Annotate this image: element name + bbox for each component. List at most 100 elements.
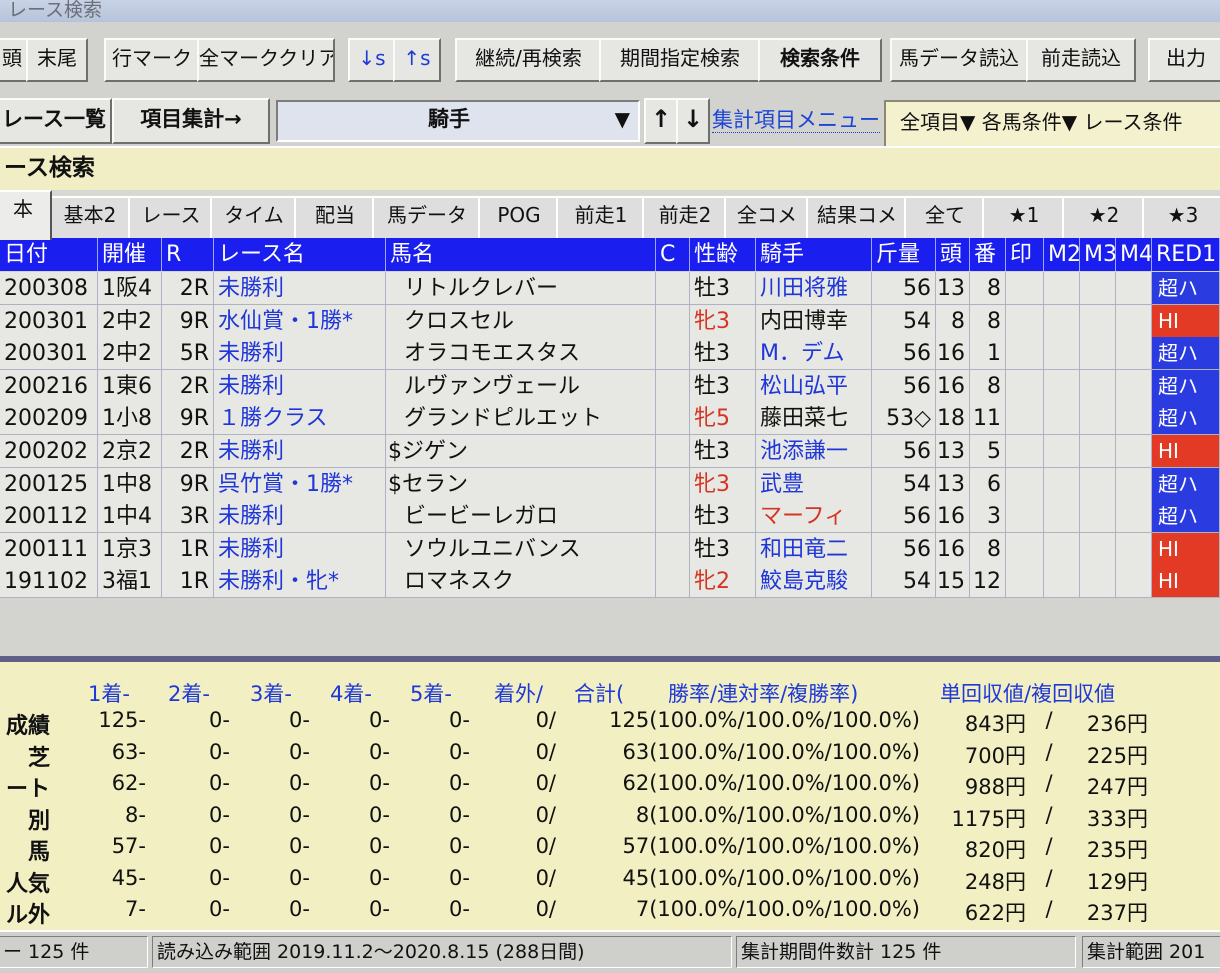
stats-w1: 8- bbox=[125, 802, 146, 827]
status-bar: ー 125 件 読み込み範囲 2019.11.2～2020.8.15 (288日… bbox=[0, 930, 1220, 973]
aggregate-item-value: 騎手 bbox=[428, 107, 470, 131]
sort-up-button[interactable]: ↑ bbox=[644, 98, 678, 144]
col-header-m4[interactable]: M4 bbox=[1116, 238, 1152, 271]
cell-date: 200111 bbox=[0, 532, 98, 566]
cell-mark[interactable] bbox=[1006, 500, 1044, 534]
cell-date: 200308 bbox=[0, 272, 98, 305]
col-header-sex[interactable]: 性齢 bbox=[690, 238, 756, 271]
cell-m4 bbox=[1116, 402, 1152, 436]
period-search-button[interactable]: 期間指定検索 bbox=[599, 38, 761, 82]
cell-date: 200216 bbox=[0, 369, 98, 403]
cell-horse[interactable]: ルヴァンヴェール bbox=[386, 369, 656, 403]
tab-1[interactable]: 基本2 bbox=[48, 196, 132, 238]
col-header-weight[interactable]: 斤量 bbox=[872, 238, 936, 271]
cell-sex: 牡3 bbox=[690, 435, 756, 468]
col-header-venue[interactable]: 開催 bbox=[98, 238, 162, 271]
cell-mark[interactable] bbox=[1006, 304, 1044, 338]
cell-m4 bbox=[1116, 304, 1152, 338]
cell-heads: 13 bbox=[936, 467, 970, 501]
item-count-button[interactable]: 項目集計→ bbox=[112, 98, 270, 144]
sort-desc-button[interactable]: ↓s bbox=[348, 38, 396, 82]
col-header-heads[interactable]: 頭 bbox=[936, 238, 970, 271]
cell-horse[interactable]: リトルクレバー bbox=[386, 272, 656, 305]
search-conditions-button[interactable]: 検索条件 bbox=[758, 38, 882, 82]
col-header-race[interactable]: レース名 bbox=[214, 238, 386, 271]
cell-horse[interactable]: $ジゲン bbox=[386, 435, 656, 468]
clear-all-marks-button[interactable]: 全マーククリア bbox=[197, 38, 335, 82]
tab-4[interactable]: 配当 bbox=[294, 196, 376, 238]
cell-heads: 15 bbox=[936, 565, 970, 599]
sort-asc-button[interactable]: ↑s bbox=[393, 38, 441, 82]
aggregate-menu-link[interactable]: 集計項目メニュー bbox=[712, 104, 880, 134]
col-header-jockey[interactable]: 騎手 bbox=[756, 238, 872, 271]
tab-8[interactable]: 前走2 bbox=[642, 196, 728, 238]
col-header-red1[interactable]: RED1 bbox=[1152, 238, 1220, 271]
cell-heads: 13 bbox=[936, 435, 970, 468]
stats-tan: 700円 bbox=[964, 743, 1026, 768]
cell-mark[interactable] bbox=[1006, 435, 1044, 468]
row-mark-button[interactable]: 行マーク bbox=[104, 38, 200, 82]
race-list-button[interactable]: レース一覧 bbox=[0, 98, 112, 144]
col-header-num[interactable]: 番 bbox=[970, 238, 1006, 271]
col-header-date[interactable]: 日付 bbox=[0, 238, 98, 271]
cell-red1: HI bbox=[1152, 532, 1220, 566]
load-horse-data-button[interactable]: 馬データ読込 bbox=[890, 38, 1028, 82]
tab-13[interactable]: ★2 bbox=[1062, 196, 1146, 238]
stats-w3: 0- bbox=[289, 708, 310, 732]
tab-7[interactable]: 前走1 bbox=[556, 196, 646, 238]
cell-mark[interactable] bbox=[1006, 532, 1044, 566]
cell-m2 bbox=[1044, 402, 1080, 436]
col-header-horse[interactable]: 馬名 bbox=[386, 238, 656, 271]
cell-horse[interactable]: ロマネスク bbox=[386, 565, 656, 599]
tail-button[interactable]: 末尾 bbox=[26, 38, 88, 82]
cell-mark[interactable] bbox=[1006, 272, 1044, 305]
tab-9[interactable]: 全コメ bbox=[724, 196, 810, 238]
cell-heads: 13 bbox=[936, 272, 970, 305]
stats-w4: 0- bbox=[369, 708, 390, 732]
tab-2[interactable]: レース bbox=[128, 196, 214, 238]
cell-mark[interactable] bbox=[1006, 402, 1044, 436]
filter-conditions-box[interactable]: 全項目▼ 各馬条件▼ レース条件 bbox=[884, 100, 1220, 148]
tab-bar: 本基本2 レース タイム 配当 馬データ POG 前走1 前走2 全コメ 結果コメ 全て ★1 ★2 ★3 bbox=[0, 190, 1220, 240]
stats-header-8: 単回収値/複回収値 bbox=[940, 682, 1116, 706]
stats-out: 0/ bbox=[535, 771, 556, 795]
tab-3[interactable]: タイム bbox=[210, 196, 298, 238]
load-previous-race-button[interactable]: 前走読込 bbox=[1026, 38, 1136, 82]
aggregate-item-select[interactable]: 騎手 ▼ bbox=[276, 100, 640, 142]
continue-research-button[interactable]: 継続/再検索 bbox=[455, 38, 602, 82]
tab-10[interactable]: 結果コメ bbox=[806, 196, 908, 238]
stats-w5: 0- bbox=[449, 834, 470, 858]
cell-jockey: 和田竜二 bbox=[756, 532, 872, 566]
output-button[interactable]: 出力 bbox=[1148, 38, 1220, 82]
cell-c bbox=[656, 337, 690, 371]
cell-sex: 牡3 bbox=[690, 532, 756, 566]
col-header-r[interactable]: R bbox=[162, 238, 214, 271]
col-header-c[interactable]: C bbox=[656, 238, 690, 271]
cell-heads: 18 bbox=[936, 402, 970, 436]
tab-14[interactable]: ★3 bbox=[1142, 196, 1220, 238]
cell-horse[interactable]: ソウルユニバンス bbox=[386, 532, 656, 566]
cell-mark[interactable] bbox=[1006, 369, 1044, 403]
col-header-m3[interactable]: M3 bbox=[1080, 238, 1116, 271]
cell-horse[interactable]: $セラン bbox=[386, 467, 656, 501]
cell-horse[interactable]: ビービーレガロ bbox=[386, 500, 656, 534]
tab-11[interactable]: 全て bbox=[904, 196, 986, 238]
race-table: 日付 開催 R レース名 馬名 C 性齢 騎手 斤量頭番印 M2 M3 M4 RED1 200308 1阪4… bbox=[0, 238, 1220, 658]
sort-down-button[interactable]: ↓ bbox=[676, 98, 710, 144]
stats-slash: / bbox=[1045, 897, 1053, 921]
cell-m2 bbox=[1044, 337, 1080, 371]
col-header-mark[interactable]: 印 bbox=[1006, 238, 1044, 271]
cell-mark[interactable] bbox=[1006, 565, 1044, 599]
cell-mark[interactable] bbox=[1006, 337, 1044, 371]
cell-weight: 56 bbox=[872, 435, 936, 468]
tab-12[interactable]: ★1 bbox=[982, 196, 1066, 238]
cell-num: 8 bbox=[970, 532, 1006, 566]
tab-6[interactable]: POG bbox=[478, 196, 560, 238]
tab-0[interactable]: 本 bbox=[0, 190, 52, 240]
cell-horse[interactable]: グランドピルエット bbox=[386, 402, 656, 436]
cell-horse[interactable]: オラコモエスタス bbox=[386, 337, 656, 371]
col-header-m2[interactable]: M2 bbox=[1044, 238, 1080, 271]
tab-5[interactable]: 馬データ bbox=[372, 196, 482, 238]
cell-mark[interactable] bbox=[1006, 467, 1044, 501]
cell-horse[interactable]: クロスセル bbox=[386, 304, 656, 338]
